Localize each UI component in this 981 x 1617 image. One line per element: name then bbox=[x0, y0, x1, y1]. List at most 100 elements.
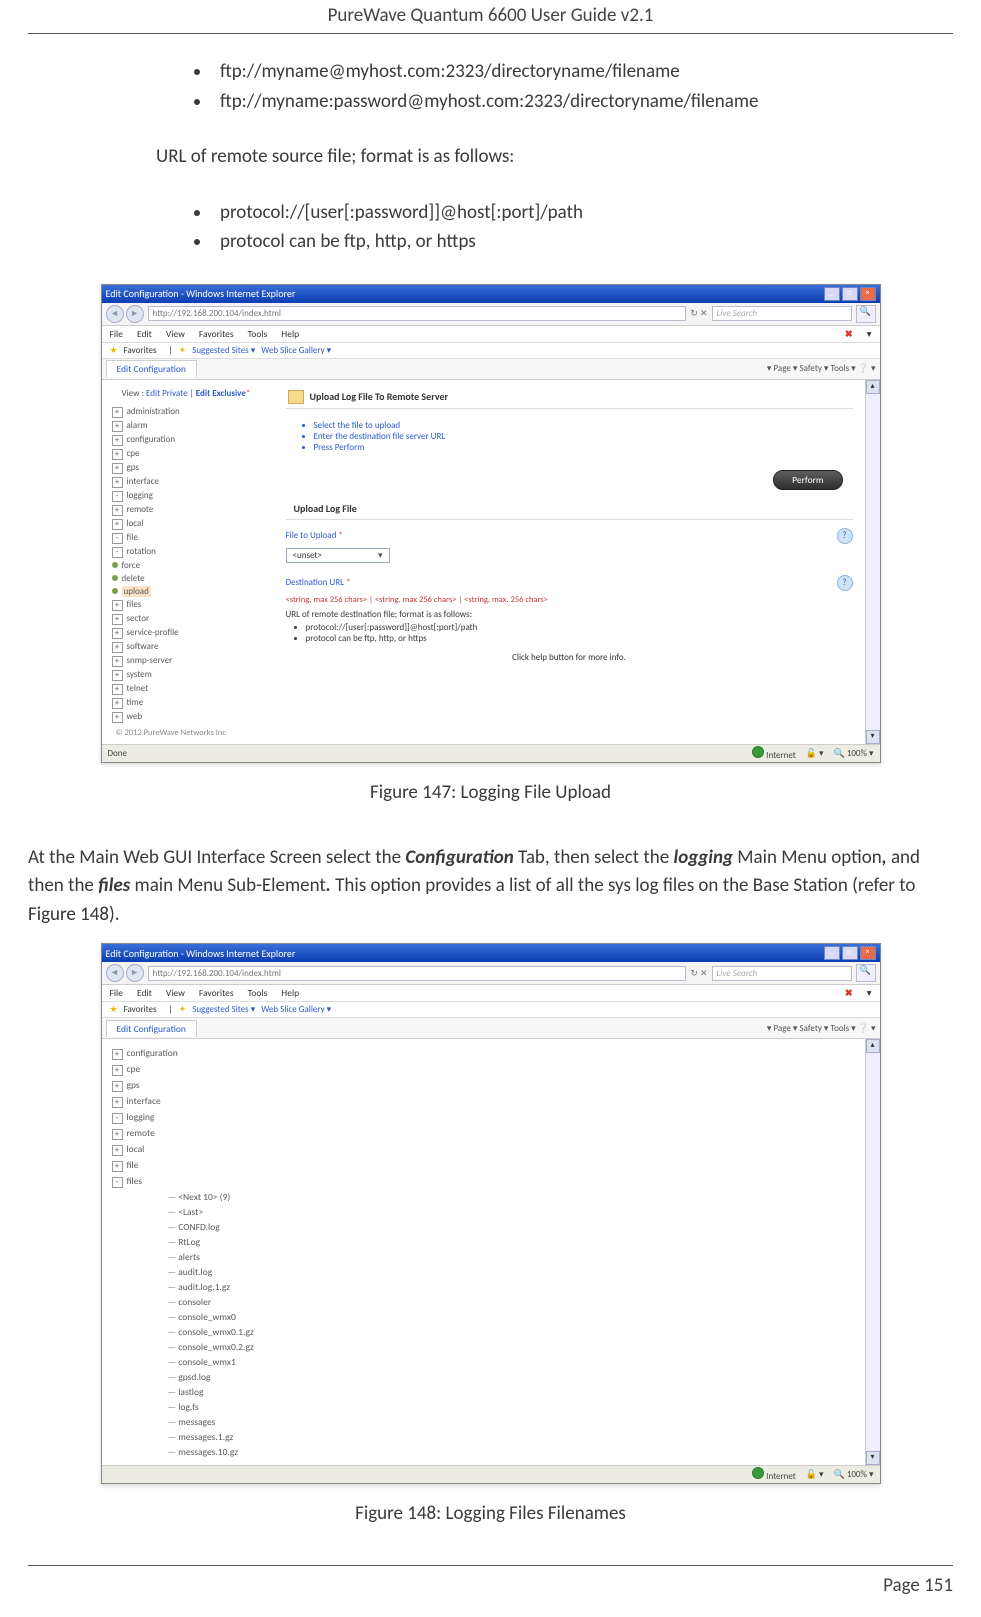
tree-node-software[interactable]: +software bbox=[112, 640, 280, 654]
zoom-level[interactable]: 🔍 100% ▾ bbox=[834, 748, 874, 759]
tree-node-files[interactable]: -files bbox=[112, 1173, 312, 1189]
web-slice-link-2[interactable]: Web Slice Gallery ▾ bbox=[261, 1004, 331, 1015]
tree-node-telnet[interactable]: +telnet bbox=[112, 682, 280, 696]
minimize-button[interactable]: _ bbox=[824, 287, 840, 301]
tree-node-alarm[interactable]: +alarm bbox=[112, 419, 280, 433]
tree-node-cpe[interactable]: +cpe bbox=[112, 1061, 312, 1077]
tree-node-remote[interactable]: +remote bbox=[112, 1125, 312, 1141]
file-item[interactable]: — consoler bbox=[168, 1294, 312, 1309]
help-icon[interactable]: ? bbox=[837, 528, 853, 544]
menu-favorites-2[interactable]: Favorites bbox=[199, 987, 234, 999]
file-item[interactable]: — <Last> bbox=[168, 1204, 312, 1219]
tree-node-administration[interactable]: +administration bbox=[112, 405, 280, 419]
tree-node-rotation[interactable]: -rotation bbox=[112, 545, 280, 559]
stop-icon[interactable]: ✕ bbox=[700, 308, 708, 319]
address-bar-2[interactable]: http://192.168.200.104/index.html bbox=[148, 966, 687, 981]
tree-node-configuration[interactable]: +configuration bbox=[112, 1045, 312, 1061]
star-icon-2[interactable]: ★ bbox=[110, 1004, 118, 1015]
file-item[interactable]: — messages bbox=[168, 1414, 312, 1429]
tree-node-interface[interactable]: +interface bbox=[112, 1093, 312, 1109]
menu-edit-2[interactable]: Edit bbox=[137, 987, 152, 999]
menu-tools-2[interactable]: Tools bbox=[248, 987, 268, 999]
menu-tools[interactable]: Tools bbox=[248, 328, 268, 340]
tree-node-file[interactable]: -file bbox=[112, 531, 280, 545]
address-bar[interactable]: http://192.168.200.104/index.html bbox=[148, 306, 687, 321]
tree-node-force[interactable]: force bbox=[112, 559, 280, 572]
search-go-button[interactable]: 🔍 bbox=[856, 305, 876, 323]
close-button-2[interactable]: × bbox=[860, 946, 876, 960]
refresh-icon-2[interactable]: ↻ bbox=[690, 968, 698, 979]
page-toolbar[interactable]: ▾ Page ▾ Safety ▾ Tools ▾ ❔ ▾ bbox=[767, 363, 876, 374]
tree-node-system[interactable]: +system bbox=[112, 668, 280, 682]
suggested-sites-link-2[interactable]: Suggested Sites ▾ bbox=[192, 1004, 255, 1015]
file-item[interactable]: — log.fs bbox=[168, 1399, 312, 1414]
minimize-button-2[interactable]: _ bbox=[824, 946, 840, 960]
search-box-2[interactable]: Live Search bbox=[712, 966, 852, 981]
file-item[interactable]: — audit.log bbox=[168, 1264, 312, 1279]
tree-node-cpe[interactable]: +cpe bbox=[112, 447, 280, 461]
file-item[interactable]: — alerts bbox=[168, 1249, 312, 1264]
browser-tab-2[interactable]: Edit Configuration bbox=[106, 1020, 197, 1037]
tree-node-configuration[interactable]: +configuration bbox=[112, 433, 280, 447]
vertical-scrollbar[interactable]: ▴ ▾ bbox=[865, 380, 880, 744]
file-item[interactable]: — lastlog bbox=[168, 1384, 312, 1399]
file-item[interactable]: — console_wmx0.2.gz bbox=[168, 1339, 312, 1354]
menu-edit[interactable]: Edit bbox=[137, 328, 152, 340]
menu-file[interactable]: File bbox=[110, 328, 123, 340]
menu-view[interactable]: View bbox=[166, 328, 185, 340]
zoom-level-2[interactable]: 🔍 100% ▾ bbox=[834, 1469, 874, 1480]
file-item[interactable]: — console_wmx0.1.gz bbox=[168, 1324, 312, 1339]
file-item[interactable]: — messages.10.gz bbox=[168, 1444, 312, 1459]
favorites-label-2[interactable]: Favorites bbox=[124, 1004, 157, 1015]
vertical-scrollbar-2[interactable]: ▴ ▾ bbox=[865, 1039, 880, 1465]
browser-tab[interactable]: Edit Configuration bbox=[106, 360, 197, 377]
search-go-button-2[interactable]: 🔍 bbox=[856, 964, 876, 982]
maximize-button[interactable]: □ bbox=[842, 287, 858, 301]
edit-private-link[interactable]: Edit Private | bbox=[146, 388, 194, 399]
tree-node-snmp-server[interactable]: +snmp-server bbox=[112, 654, 280, 668]
maximize-button-2[interactable]: □ bbox=[842, 946, 858, 960]
tree-node-web[interactable]: +web bbox=[112, 710, 280, 724]
suggested-sites-link[interactable]: Suggested Sites ▾ bbox=[192, 345, 255, 356]
forward-button-2[interactable]: ► bbox=[126, 964, 144, 982]
menu-view-2[interactable]: View bbox=[166, 987, 185, 999]
help-icon-2[interactable]: ? bbox=[837, 575, 853, 591]
tree-node-remote[interactable]: +remote bbox=[112, 503, 280, 517]
tree-node-gps[interactable]: +gps bbox=[112, 1077, 312, 1093]
file-item[interactable]: — CONFD.log bbox=[168, 1219, 312, 1234]
perform-button[interactable]: Perform bbox=[773, 470, 842, 490]
tree-node-upload[interactable]: upload bbox=[112, 585, 280, 598]
forward-button[interactable]: ► bbox=[126, 305, 144, 323]
page-toolbar-2[interactable]: ▾ Page ▾ Safety ▾ Tools ▾ ❔ ▾ bbox=[767, 1023, 876, 1034]
tree-node-file[interactable]: +file bbox=[112, 1157, 312, 1173]
menu-help-2[interactable]: Help bbox=[281, 987, 299, 999]
menu-file-2[interactable]: File bbox=[110, 987, 123, 999]
menu-help[interactable]: Help bbox=[281, 328, 299, 340]
tree-node-interface[interactable]: +interface bbox=[112, 475, 280, 489]
refresh-icon[interactable]: ↻ bbox=[690, 308, 698, 319]
tree-node-local[interactable]: +local bbox=[112, 1141, 312, 1157]
back-button-2[interactable]: ◄ bbox=[106, 964, 124, 982]
tree-node-local[interactable]: +local bbox=[112, 517, 280, 531]
tree-node-service-profile[interactable]: +service-profile bbox=[112, 626, 280, 640]
star-icon[interactable]: ★ bbox=[110, 345, 118, 356]
search-box[interactable]: Live Search bbox=[712, 306, 852, 321]
tree-node-delete[interactable]: delete bbox=[112, 572, 280, 585]
file-item[interactable]: — gpsd.log bbox=[168, 1369, 312, 1384]
file-select[interactable]: <unset>▾ bbox=[286, 548, 390, 563]
tree-node-sector[interactable]: +sector bbox=[112, 612, 280, 626]
web-slice-link[interactable]: Web Slice Gallery ▾ bbox=[261, 345, 331, 356]
back-button[interactable]: ◄ bbox=[106, 305, 124, 323]
tree-node-logging[interactable]: -logging bbox=[112, 489, 280, 503]
file-item[interactable]: — <Next 10> (9) bbox=[168, 1189, 312, 1204]
file-item[interactable]: — console_wmx1 bbox=[168, 1354, 312, 1369]
edit-exclusive-link[interactable]: Edit Exclusive bbox=[196, 388, 246, 399]
tree-node-gps[interactable]: +gps bbox=[112, 461, 280, 475]
file-item[interactable]: — audit.log.1.gz bbox=[168, 1279, 312, 1294]
menu-favorites[interactable]: Favorites bbox=[199, 328, 234, 340]
close-button[interactable]: × bbox=[860, 287, 876, 301]
tree-node-files[interactable]: +files bbox=[112, 598, 280, 612]
favorites-label[interactable]: Favorites bbox=[124, 345, 157, 356]
file-item[interactable]: — RtLog bbox=[168, 1234, 312, 1249]
tree-node-logging[interactable]: -logging bbox=[112, 1109, 312, 1125]
